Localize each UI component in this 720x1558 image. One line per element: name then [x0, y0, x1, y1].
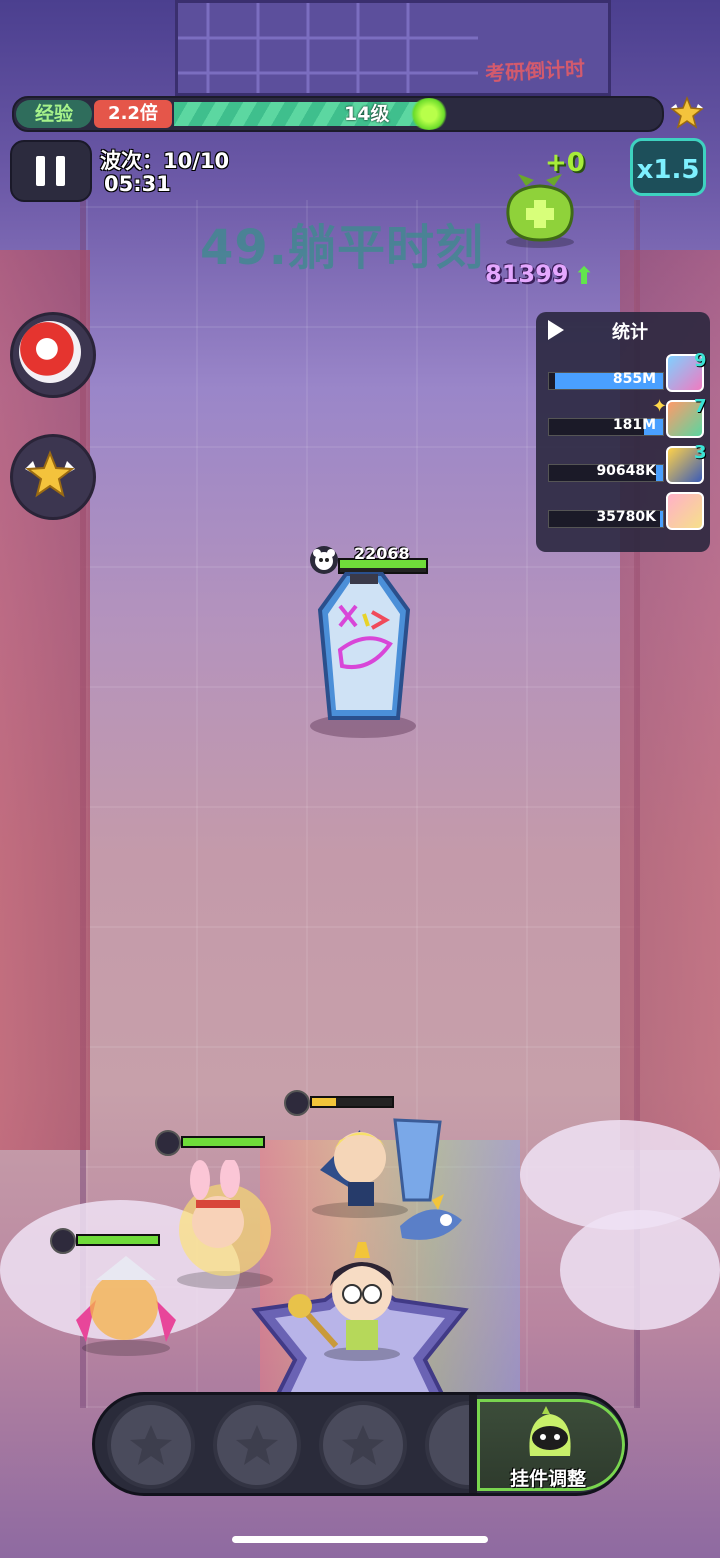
- scholar-hero[interactable]: [286, 1236, 416, 1366]
- stat-value: 35780K: [596, 509, 656, 525]
- stat-row: 855M 9: [548, 350, 708, 398]
- empty-star-icon: [130, 1425, 172, 1465]
- exp-glow-icon: [409, 98, 449, 130]
- stat-count: 9: [694, 350, 707, 371]
- stat-row: 35780K: [548, 490, 708, 536]
- winged-star-icon: [25, 450, 75, 498]
- ghost-pet-icon: [529, 1406, 571, 1456]
- reward-bag-icon[interactable]: [498, 170, 582, 248]
- play-icon[interactable]: [548, 320, 564, 340]
- rank-star-icon: [155, 1130, 181, 1156]
- cloud: [560, 1210, 720, 1330]
- pet-avatar-icon: [19, 321, 81, 383]
- exp-level: 14级: [344, 103, 390, 125]
- skill-dock: 挂件调整: [92, 1392, 628, 1496]
- sparkle-icon: ✦: [652, 396, 668, 417]
- boss-hp-value: 22068: [354, 544, 410, 563]
- stat-count: 3: [694, 442, 707, 463]
- stat-value: 855M: [612, 371, 656, 387]
- empty-star-icon: [342, 1425, 384, 1465]
- mirror-boss[interactable]: [316, 570, 412, 730]
- home-indicator[interactable]: [232, 1536, 488, 1543]
- stat-fill: [659, 511, 663, 527]
- spider-mech-hero[interactable]: [66, 1250, 186, 1360]
- stat-fill: [656, 465, 663, 481]
- pause-button[interactable]: [10, 140, 92, 202]
- winged-star-icon[interactable]: [668, 94, 706, 130]
- skill-slot-3[interactable]: [319, 1401, 407, 1489]
- exp-progress-fill: [174, 102, 439, 126]
- skill-slot-1[interactable]: [107, 1401, 195, 1489]
- stat-row: ✦ 181M 7: [548, 396, 708, 444]
- stats-header[interactable]: 统计: [536, 312, 710, 348]
- pause-icon: [36, 156, 45, 186]
- stat-row: 90648K 3: [548, 442, 708, 490]
- wave-timer: 05:31: [104, 172, 171, 196]
- stat-value: 90648K: [596, 463, 656, 479]
- pendant-adjust-label: 挂件调整: [510, 1468, 587, 1490]
- wave-counter: 波次：10/10: [100, 149, 230, 173]
- exp-label: 经验: [16, 100, 92, 128]
- dock-divider: [469, 1395, 477, 1493]
- star-skill-button[interactable]: [10, 434, 96, 520]
- stage-title: 49.躺平时刻: [200, 220, 485, 276]
- pet-avatar-button[interactable]: [10, 312, 96, 398]
- speed-button[interactable]: x1.5: [630, 138, 706, 196]
- up-arrow-icon: ⬆: [574, 262, 595, 290]
- game-stage: 考研倒计时 经验 2.2倍 14级 波次：10/10 05:31 +0 49.躺…: [0, 0, 720, 1558]
- pendant-adjust-button[interactable]: 挂件调整: [477, 1399, 625, 1491]
- stats-panel: 统计 855M 9 ✦ 181M 7 90648K 3 35780K: [536, 312, 710, 552]
- skill-slot-2[interactable]: [213, 1401, 301, 1489]
- hero-portrait-icon: [666, 492, 704, 530]
- countdown-sign: 考研倒计时: [484, 56, 586, 86]
- gold-amount: 81399: [485, 260, 569, 288]
- stat-value: 181M: [612, 417, 656, 433]
- stats-title: 统计: [612, 322, 648, 343]
- exp-bar: 经验 2.2倍 14级: [12, 96, 664, 132]
- hero-hp-bar: [155, 1130, 265, 1156]
- empty-star-icon: [236, 1425, 278, 1465]
- exp-multiplier: 2.2倍: [94, 100, 172, 128]
- stat-count: 7: [694, 396, 707, 417]
